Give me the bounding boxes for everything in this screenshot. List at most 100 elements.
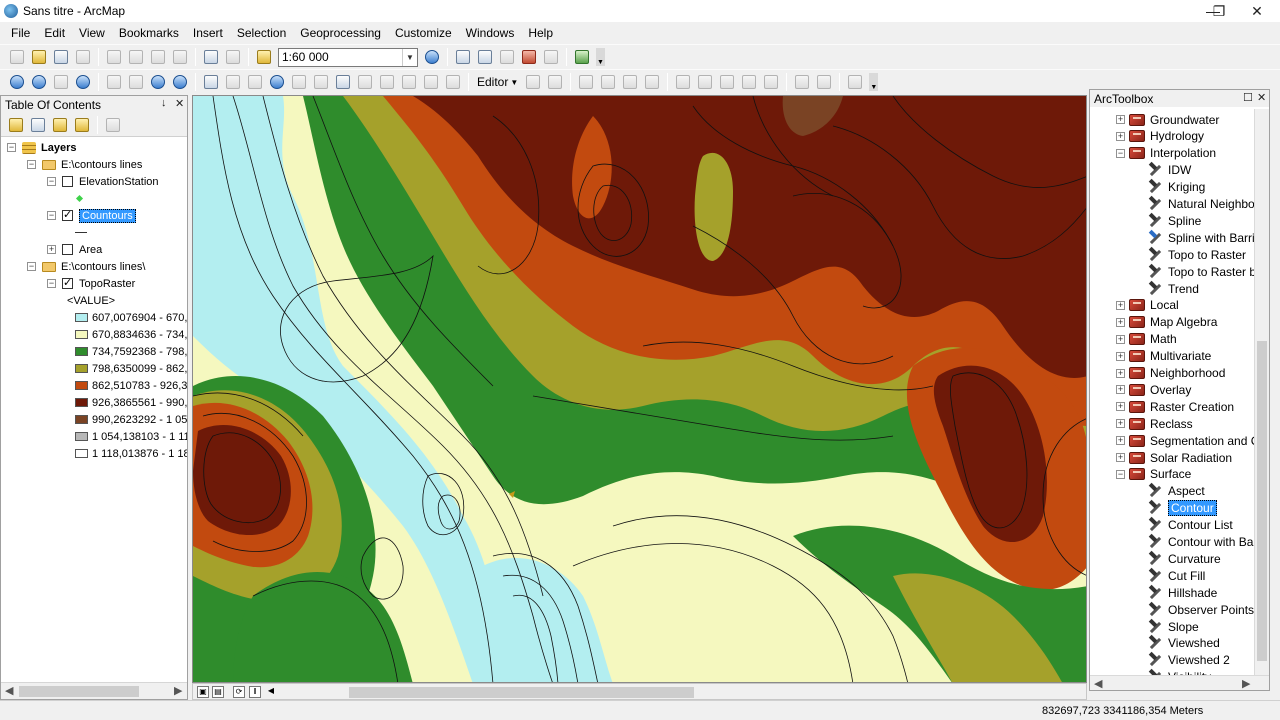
- identify-button[interactable]: [267, 72, 287, 92]
- split-button[interactable]: [739, 72, 759, 92]
- search-window-button[interactable]: [497, 47, 517, 67]
- straight-segment-button[interactable]: [576, 72, 596, 92]
- zoom-in-button[interactable]: [7, 72, 27, 92]
- toc-options-button[interactable]: [103, 115, 123, 135]
- collapse-icon[interactable]: −: [1116, 469, 1125, 479]
- end-point-arc-button[interactable]: [598, 72, 618, 92]
- legend-class-row[interactable]: 862,510783 - 926,38: [75, 377, 187, 394]
- map-view-scrollbar[interactable]: ▣ ▤ ⟳ ‖ ◀: [192, 683, 1087, 700]
- tool-item[interactable]: Contour List: [1148, 517, 1233, 534]
- reshape-button[interactable]: [695, 72, 715, 92]
- collapse-icon[interactable]: −: [47, 279, 56, 288]
- legend-class-row[interactable]: 734,7592368 - 798,6: [75, 343, 187, 360]
- pin-icon[interactable]: ↓: [161, 97, 167, 109]
- tool-item[interactable]: Slope: [1148, 618, 1199, 635]
- toc-row[interactable]: − TopoRaster: [47, 275, 135, 292]
- hyperlink-button[interactable]: [289, 72, 309, 92]
- time-slider-button[interactable]: [421, 72, 441, 92]
- toc-row[interactable]: − Countours: [47, 207, 136, 224]
- refresh-view-button[interactable]: ⟳: [233, 686, 245, 698]
- clear-selection-button[interactable]: [223, 72, 243, 92]
- expand-icon[interactable]: +: [1116, 419, 1125, 429]
- save-button[interactable]: [51, 47, 71, 67]
- fixed-zoom-in-button[interactable]: [104, 72, 124, 92]
- tool-item[interactable]: Trend: [1148, 280, 1199, 297]
- collapse-icon[interactable]: −: [47, 177, 56, 186]
- pan-button[interactable]: [51, 72, 71, 92]
- open-button[interactable]: [29, 47, 49, 67]
- chevron-down-icon[interactable]: ▼: [402, 48, 417, 66]
- full-extent-button[interactable]: [73, 72, 93, 92]
- close-window-button[interactable]: ✕: [1234, 0, 1280, 22]
- expand-icon[interactable]: +: [1116, 300, 1125, 310]
- data-view-button[interactable]: ▣: [197, 686, 209, 698]
- toolset-item[interactable]: + Hydrology: [1116, 128, 1204, 145]
- expand-icon[interactable]: +: [47, 245, 56, 254]
- tool-item[interactable]: Topo to Raster: [1148, 246, 1246, 263]
- menu-file[interactable]: File: [4, 22, 37, 44]
- new-document-button[interactable]: [7, 47, 27, 67]
- arctoolbox-window-button[interactable]: [519, 47, 539, 67]
- collapse-icon[interactable]: −: [47, 211, 56, 220]
- expand-icon[interactable]: +: [1116, 368, 1125, 378]
- toc-horizontal-scrollbar[interactable]: ◀ ▶: [1, 682, 187, 699]
- tool-item[interactable]: Contour: [1148, 500, 1217, 517]
- toolset-item[interactable]: + Segmentation and C: [1116, 432, 1256, 449]
- menu-customize[interactable]: Customize: [388, 22, 459, 44]
- tool-item[interactable]: IDW: [1148, 162, 1191, 179]
- collapse-icon[interactable]: −: [27, 160, 36, 169]
- tool-item[interactable]: Spline: [1148, 212, 1201, 229]
- redo-button[interactable]: [223, 47, 243, 67]
- toolset-item[interactable]: + Overlay: [1116, 381, 1191, 398]
- expand-icon[interactable]: +: [1116, 334, 1125, 344]
- toc-row[interactable]: [67, 190, 84, 207]
- close-icon[interactable]: ✕: [1257, 91, 1266, 104]
- scroll-left-arrow-icon[interactable]: ◀: [265, 686, 277, 698]
- edit-tool-button[interactable]: [523, 72, 543, 92]
- collapse-icon[interactable]: −: [7, 143, 16, 152]
- menu-windows[interactable]: Windows: [459, 22, 522, 44]
- rotate-button[interactable]: [761, 72, 781, 92]
- close-icon[interactable]: ✕: [175, 97, 184, 110]
- collapse-icon[interactable]: −: [1116, 148, 1125, 158]
- sketch-properties-button[interactable]: [814, 72, 834, 92]
- trace-button[interactable]: [620, 72, 640, 92]
- menu-geoprocessing[interactable]: Geoprocessing: [293, 22, 388, 44]
- list-by-source-button[interactable]: [28, 115, 48, 135]
- zoom-out-button[interactable]: [29, 72, 49, 92]
- map-scale-combobox[interactable]: 1:60 000 ▼: [278, 47, 418, 67]
- expand-icon[interactable]: +: [1116, 436, 1125, 446]
- tool-item[interactable]: Contour with Bar: [1148, 534, 1256, 551]
- find-button[interactable]: [355, 72, 375, 92]
- legend-class-row[interactable]: 607,0076904 - 670,8: [75, 309, 187, 326]
- expand-icon[interactable]: +: [1116, 402, 1125, 412]
- toolset-item[interactable]: + Reclass: [1116, 415, 1193, 432]
- toc-row[interactable]: − E:\contours lines\: [27, 258, 145, 275]
- tool-item[interactable]: Natural Neighbor: [1148, 196, 1256, 213]
- list-by-drawing-order-button[interactable]: [6, 115, 26, 135]
- delete-button[interactable]: [170, 47, 190, 67]
- tool-item[interactable]: Observer Points: [1148, 601, 1254, 618]
- legend-class-row[interactable]: 990,2623292 - 1 054: [75, 411, 187, 428]
- create-features-button[interactable]: [845, 72, 865, 92]
- toolbar-overflow-chevron[interactable]: ▼: [869, 73, 879, 91]
- tool-item[interactable]: Curvature: [1148, 550, 1221, 567]
- toc-row[interactable]: − ElevationStation: [47, 173, 159, 190]
- cut-polygons-button[interactable]: [717, 72, 737, 92]
- layer-visibility-checkbox[interactable]: [62, 208, 73, 221]
- editor-toolbar-button[interactable]: [422, 47, 442, 67]
- forward-extent-button[interactable]: [170, 72, 190, 92]
- list-by-visibility-button[interactable]: [50, 115, 70, 135]
- go-to-xy-button[interactable]: [399, 72, 419, 92]
- point-button[interactable]: [642, 72, 662, 92]
- pause-drawing-button[interactable]: ‖: [249, 686, 261, 698]
- toolset-item[interactable]: − Interpolation: [1116, 145, 1216, 162]
- toolset-item[interactable]: + Math: [1116, 331, 1177, 348]
- toolset-item[interactable]: + Solar Radiation: [1116, 449, 1232, 466]
- create-viewer-button[interactable]: [443, 72, 463, 92]
- legend-class-row[interactable]: 1 118,013876 - 1 181: [75, 445, 187, 462]
- list-by-selection-button[interactable]: [72, 115, 92, 135]
- tool-item[interactable]: Cut Fill: [1148, 567, 1205, 584]
- fixed-zoom-out-button[interactable]: [126, 72, 146, 92]
- html-popup-button[interactable]: [311, 72, 331, 92]
